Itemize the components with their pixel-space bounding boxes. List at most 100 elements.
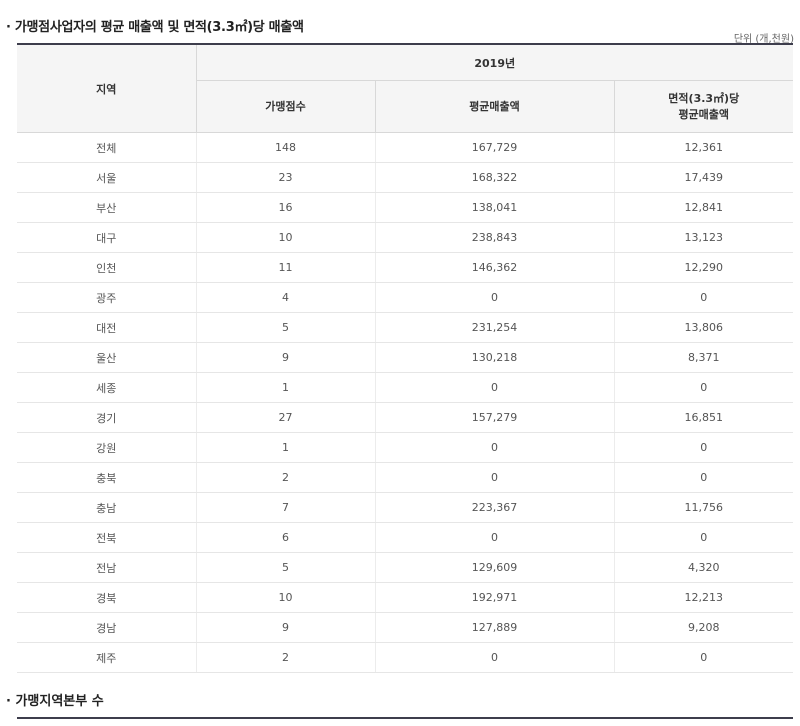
table-row: 부산 16 138,041 12,841 — [17, 192, 793, 223]
cell-average-sales: 146,362 — [374, 252, 614, 283]
cell-region: 울산 — [17, 342, 196, 373]
cell-sales-per-area: 13,123 — [613, 222, 793, 253]
table-row: 강원 1 0 0 — [17, 432, 793, 463]
cell-average-sales: 130,218 — [374, 342, 614, 373]
header-sales-per-area: 면적(3.3㎡)당 평균매출액 — [613, 80, 793, 133]
table-row: 충남 7 223,367 11,756 — [17, 492, 793, 523]
cell-average-sales: 157,279 — [374, 402, 614, 433]
cell-sales-per-area: 0 — [613, 462, 793, 493]
cell-sales-per-area: 12,841 — [613, 192, 793, 223]
cell-franchise-count: 16 — [195, 192, 375, 223]
cell-region: 부산 — [17, 192, 196, 223]
cell-franchise-count: 148 — [195, 132, 375, 163]
table-row: 경남 9 127,889 9,208 — [17, 612, 793, 643]
table-row: 대전 5 231,254 13,806 — [17, 312, 793, 343]
cell-average-sales: 138,041 — [374, 192, 614, 223]
cell-sales-per-area: 9,208 — [613, 612, 793, 643]
table-row: 경북 10 192,971 12,213 — [17, 582, 793, 613]
cell-region: 충남 — [17, 492, 196, 523]
cell-franchise-count: 23 — [195, 162, 375, 193]
table-row: 대구 10 238,843 13,123 — [17, 222, 793, 253]
cell-average-sales: 0 — [374, 372, 614, 403]
cell-average-sales: 0 — [374, 432, 614, 463]
table-row: 경기 27 157,279 16,851 — [17, 402, 793, 433]
cell-franchise-count: 10 — [195, 582, 375, 613]
header-sales-per-area-line1: 면적(3.3㎡)당 — [668, 91, 740, 105]
cell-average-sales: 0 — [374, 522, 614, 553]
header-average-sales: 평균매출액 — [374, 80, 614, 133]
cell-average-sales: 192,971 — [374, 582, 614, 613]
cell-franchise-count: 1 — [195, 372, 375, 403]
cell-average-sales: 129,609 — [374, 552, 614, 583]
header-sales-per-area-line2: 평균매출액 — [678, 107, 730, 121]
cell-franchise-count: 7 — [195, 492, 375, 523]
cell-average-sales: 231,254 — [374, 312, 614, 343]
cell-region: 인천 — [17, 252, 196, 283]
cell-region: 경기 — [17, 402, 196, 433]
table-row: 제주 2 0 0 — [17, 642, 793, 673]
cell-average-sales: 0 — [374, 282, 614, 313]
cell-sales-per-area: 4,320 — [613, 552, 793, 583]
cell-average-sales: 0 — [374, 642, 614, 673]
header-franchise-count: 가맹점수 — [196, 80, 375, 133]
cell-franchise-count: 2 — [195, 642, 375, 673]
cell-region: 충북 — [17, 462, 196, 493]
cell-region: 세종 — [17, 372, 196, 403]
cell-average-sales: 127,889 — [374, 612, 614, 643]
cell-region: 경남 — [17, 612, 196, 643]
cell-franchise-count: 4 — [195, 282, 375, 313]
table-row: 울산 9 130,218 8,371 — [17, 342, 793, 373]
cell-franchise-count: 11 — [195, 252, 375, 283]
cell-region: 대구 — [17, 222, 196, 253]
cell-average-sales: 223,367 — [374, 492, 614, 523]
cell-region: 강원 — [17, 432, 196, 463]
cell-sales-per-area: 0 — [613, 642, 793, 673]
cell-sales-per-area: 13,806 — [613, 312, 793, 343]
table-row: 충북 2 0 0 — [17, 462, 793, 493]
cell-sales-per-area: 0 — [613, 282, 793, 313]
cell-franchise-count: 27 — [195, 402, 375, 433]
header-year: 2019년 — [196, 43, 793, 81]
cell-sales-per-area: 12,290 — [613, 252, 793, 283]
cell-region: 서울 — [17, 162, 196, 193]
cell-average-sales: 0 — [374, 462, 614, 493]
cell-sales-per-area: 16,851 — [613, 402, 793, 433]
table-row: 세종 1 0 0 — [17, 372, 793, 403]
table-row: 전남 5 129,609 4,320 — [17, 552, 793, 583]
cell-region: 전체 — [17, 132, 196, 163]
cell-sales-per-area: 12,361 — [613, 132, 793, 163]
cell-franchise-count: 10 — [195, 222, 375, 253]
cell-franchise-count: 6 — [195, 522, 375, 553]
cell-sales-per-area: 8,371 — [613, 342, 793, 373]
cell-franchise-count: 5 — [195, 552, 375, 583]
cell-average-sales: 167,729 — [374, 132, 614, 163]
cell-region: 전남 — [17, 552, 196, 583]
cell-region: 광주 — [17, 282, 196, 313]
cell-region: 제주 — [17, 642, 196, 673]
cell-region: 대전 — [17, 312, 196, 343]
cell-average-sales: 238,843 — [374, 222, 614, 253]
section-title-average-sales: · 가맹점사업자의 평균 매출액 및 면적(3.3㎡)당 매출액 — [6, 20, 304, 35]
cell-sales-per-area: 0 — [613, 522, 793, 553]
cell-franchise-count: 1 — [195, 432, 375, 463]
cell-franchise-count: 5 — [195, 312, 375, 343]
cell-franchise-count: 9 — [195, 612, 375, 643]
cell-sales-per-area: 17,439 — [613, 162, 793, 193]
cell-region: 경북 — [17, 582, 196, 613]
table-row: 인천 11 146,362 12,290 — [17, 252, 793, 283]
cell-franchise-count: 2 — [195, 462, 375, 493]
table-row: 전북 6 0 0 — [17, 522, 793, 553]
table-body: 전체 148 167,729 12,361 서울 23 168,322 17,439 부산 16 1… — [17, 132, 793, 673]
cell-sales-per-area: 11,756 — [613, 492, 793, 523]
average-sales-table: 지역 2019년 가맹점수 평균매출액 면적(3.3㎡)당 평균매출액 전체 14… — [17, 43, 793, 673]
table-row: 서울 23 168,322 17,439 — [17, 162, 793, 193]
cell-sales-per-area: 12,213 — [613, 582, 793, 613]
cell-franchise-count: 9 — [195, 342, 375, 373]
cell-average-sales: 168,322 — [374, 162, 614, 193]
cell-sales-per-area: 0 — [613, 432, 793, 463]
table-row: 전체 148 167,729 12,361 — [17, 132, 793, 163]
regional-headquarters-table-top-border — [17, 717, 793, 719]
header-region: 지역 — [17, 43, 197, 133]
table-row: 광주 4 0 0 — [17, 282, 793, 313]
cell-sales-per-area: 0 — [613, 372, 793, 403]
